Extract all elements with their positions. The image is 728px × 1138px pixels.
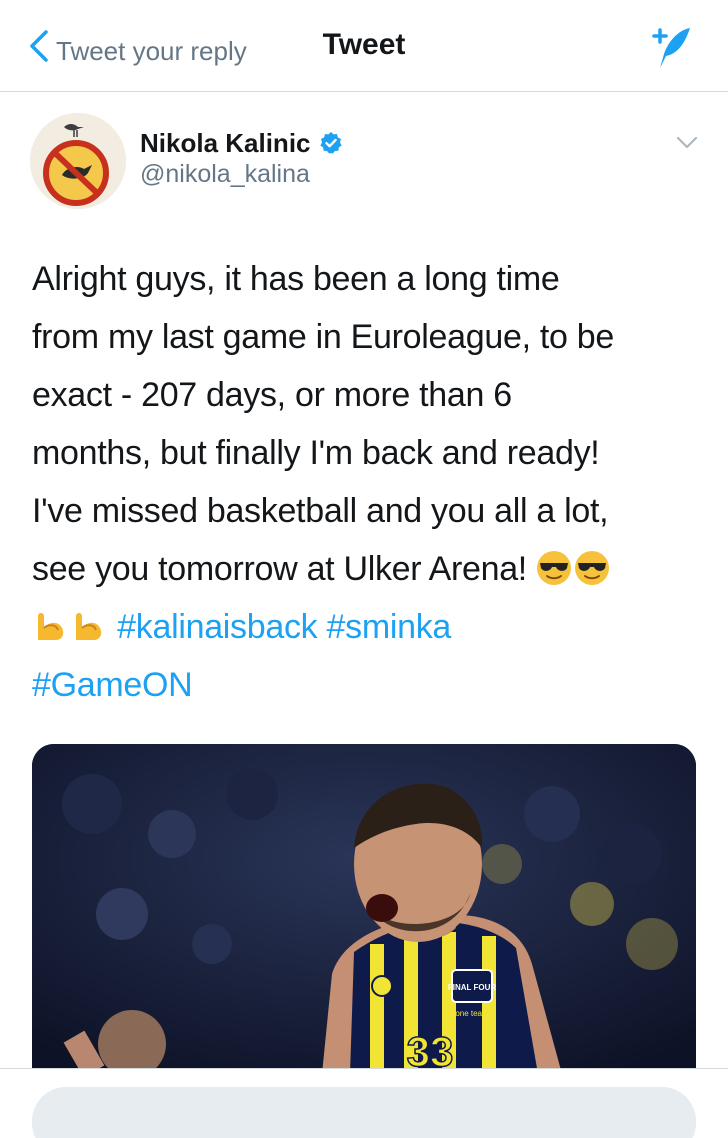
author-name[interactable]: Nikola Kalinic <box>140 128 311 159</box>
chevron-down-icon <box>676 136 698 149</box>
no-birds-sign-avatar-icon <box>30 113 126 209</box>
tweet-text-fragment: see you tomorrow at Ulker Arena! <box>32 550 527 588</box>
compose-tweet-icon <box>652 28 690 68</box>
tweet-media-photo[interactable]: FINAL FOUR one team 33 <box>32 744 696 1074</box>
tweet-text-line: exact - 207 days, or more than 6 <box>32 376 512 414</box>
sunglasses-face-icon <box>575 551 610 585</box>
tweet-text-line-with-emoji: see you tomorrow at Ulker Arena! <box>32 540 702 598</box>
tweet-hashtag-line: #kalinaisback #sminka <box>32 598 702 656</box>
hashtag-link[interactable]: #GameON <box>32 666 193 704</box>
final-four-badge-text: FINAL FOUR <box>448 983 497 992</box>
avatar[interactable] <box>30 113 126 209</box>
reply-bar <box>0 1068 728 1138</box>
compose-tweet-button[interactable] <box>644 22 696 74</box>
flexed-biceps-icon <box>76 613 102 640</box>
author-name-row[interactable]: Nikola Kalinic <box>140 126 343 160</box>
tweet-hashtag-line: #GameON <box>32 656 702 714</box>
jersey-sponsor-text: one team <box>455 1009 489 1018</box>
tweet-text-line: from my last game in Euroleague, to be <box>32 318 615 356</box>
hashtag-link[interactable]: #sminka <box>327 608 452 646</box>
sunglasses-face-icon <box>537 551 572 585</box>
verified-badge-icon <box>319 132 342 154</box>
tweet-text-line: Alright guys, it has been a long time <box>32 260 560 298</box>
tweet-text-line: months, but finally I'm back and ready! <box>32 434 600 472</box>
basketball-player-photo: FINAL FOUR one team 33 <box>32 744 696 1074</box>
flexed-biceps-icon <box>38 613 64 640</box>
reply-placeholder[interactable]: Tweet your reply <box>56 36 247 67</box>
reply-input[interactable] <box>32 1087 696 1138</box>
author-handle[interactable]: @nikola_kalina <box>140 160 310 189</box>
tweet-options-button[interactable] <box>672 130 702 154</box>
tweet-text-line: I've missed basketball and you all a lot… <box>32 492 609 530</box>
hashtag-link[interactable]: #kalinaisback <box>117 608 318 646</box>
tweet-text: Alright guys, it has been a long time fr… <box>32 250 702 714</box>
